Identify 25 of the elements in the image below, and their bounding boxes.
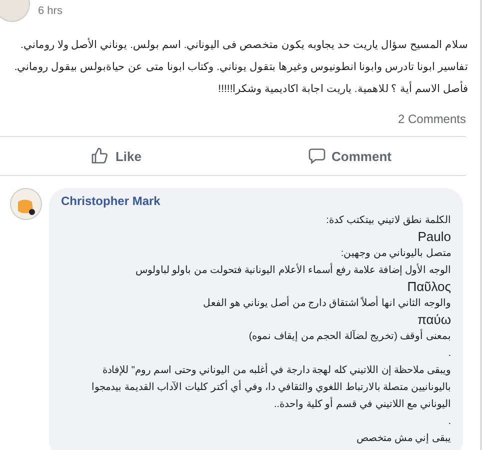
thumbs-up-icon bbox=[91, 147, 110, 165]
comment-text: والوجه الثاني انها أصلاً اشتقاق دارج من أصل يوناني هو الفعل bbox=[61, 295, 451, 312]
comment-button[interactable]: Comment bbox=[233, 137, 466, 175]
post-text: سلام المسيح سؤال ياريت حد يجاوبه يكون متخصص فى اليوناني. اسم بولس. يوناني الأصل ولا روماني. bbox=[20, 37, 468, 53]
comment-text: بمعنى أوقف (تخريج لضآلة الحجم من إيقاف نموه) bbox=[61, 328, 451, 345]
comment-text: Παῦλος bbox=[406, 279, 451, 295]
post-text: تفاسير ابونا تادرس وابونا انطونيوس وغيرها بتقول يوناني. وكتاب ابونا متى عن حياةبولس بيقول روماني. bbox=[14, 60, 468, 75]
comment-text: Paulo bbox=[416, 229, 451, 245]
comment-text: الوجه الأول إضافة علامة رفع أسماء الأعلام اليونانية فتحولت من باولو لباولوس bbox=[61, 262, 451, 279]
comment-text: يبقى إني مش متخصص bbox=[356, 432, 451, 446]
comment-text: باليونانيين متصلة بالارتباط اللغوي والثقافي دا، وفي أي أكتر كليات الآداب القديمة بيدمجوا bbox=[61, 379, 451, 396]
comment-text: . bbox=[447, 347, 451, 361]
comment-text: παύω bbox=[416, 312, 451, 328]
user-avatar[interactable] bbox=[10, 188, 42, 220]
speech-bubble-icon bbox=[308, 147, 326, 165]
like-button[interactable]: Like bbox=[0, 137, 233, 175]
comments-count[interactable]: 2 Comments bbox=[0, 98, 480, 126]
comment-author[interactable]: Christopher Mark bbox=[61, 194, 451, 208]
comment-text: متصل باليوناني من وجهين: bbox=[340, 247, 451, 261]
comment-text: اليوناني مع اللاتيني في قسم أو كلية واحدة.. bbox=[61, 396, 451, 413]
comment-text: الكلمة نطق لاتيني بيتكتب كدة: bbox=[325, 214, 451, 228]
post-time[interactable]: 6 hrs bbox=[38, 0, 62, 17]
post-text: فأصل الاسم أية ؟ للاهمية. ياريت اجابة اكاديمية وشكرا!!!!! bbox=[218, 80, 468, 97]
comment-text: . bbox=[447, 415, 451, 429]
comment-text: ويبقى ملاحظة إن اللاتيني كله لهجة دارجة في أغلبه من اليوناني وحتى اسم روم" للإفادة bbox=[61, 362, 451, 379]
